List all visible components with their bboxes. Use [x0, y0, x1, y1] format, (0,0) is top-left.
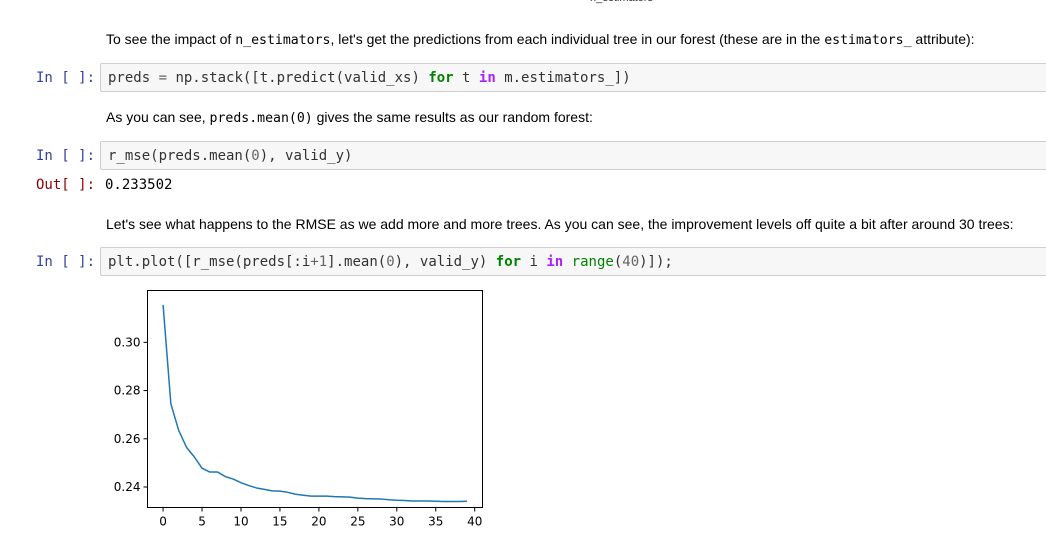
x-tick-label: 25 [350, 515, 365, 529]
x-tick-label: 20 [311, 515, 326, 529]
rmse-series-line [162, 304, 467, 503]
x-tick-label: 15 [272, 515, 287, 529]
y-tick-label: 0.26 [114, 432, 141, 446]
y-tick-label: 0.30 [114, 335, 141, 349]
x-tick-label: 30 [389, 515, 404, 529]
plot-frame [147, 290, 483, 508]
y-tick-label: 0.24 [114, 480, 141, 494]
y-tick-label: 0.28 [114, 384, 141, 398]
x-tick-label: 40 [467, 515, 482, 529]
x-tick-label: 5 [198, 515, 206, 529]
x-tick-label: 0 [159, 515, 167, 529]
rmse-line-chart: 0 5 10 15 20 25 30 35 40 0.24 0.26 0.28 0.30 [114, 290, 483, 529]
x-tick-label: 35 [428, 515, 443, 529]
x-tick-label: 10 [233, 515, 248, 529]
